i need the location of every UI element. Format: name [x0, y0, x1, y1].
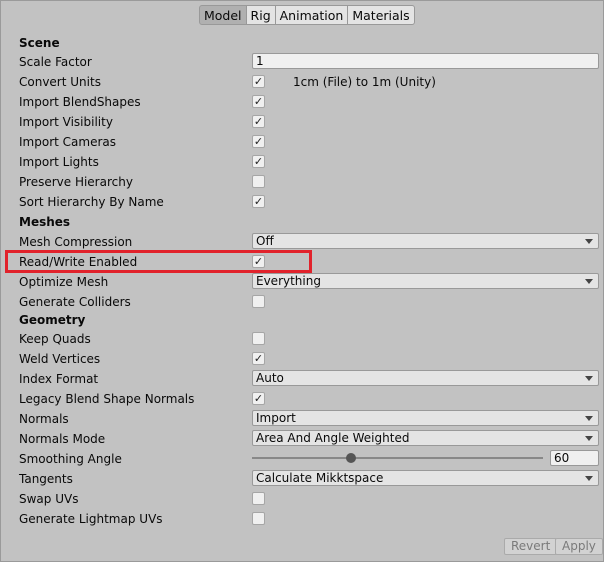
read-write-checkbox[interactable]: ✓ — [252, 255, 265, 268]
scale-factor-input[interactable]: 1 — [252, 53, 599, 69]
index-format-label: Index Format — [19, 372, 99, 386]
tab-rig[interactable]: Rig — [246, 5, 276, 25]
scale-factor-label: Scale Factor — [19, 55, 92, 69]
index-format-dropdown[interactable]: Auto — [252, 370, 599, 386]
preserve-hierarchy-label: Preserve Hierarchy — [19, 175, 133, 189]
tangents-label: Tangents — [19, 472, 73, 486]
convert-units-label: Convert Units — [19, 75, 101, 89]
import-cameras-checkbox[interactable]: ✓ — [252, 135, 265, 148]
chevron-down-icon — [585, 239, 593, 244]
smoothing-angle-label: Smoothing Angle — [19, 452, 122, 466]
legacy-blend-label: Legacy Blend Shape Normals — [19, 392, 195, 406]
lightmap-uvs-checkbox[interactable] — [252, 512, 265, 525]
swap-uvs-checkbox[interactable] — [252, 492, 265, 505]
tangents-dropdown[interactable]: Calculate Mikktspace — [252, 470, 599, 486]
tab-animation[interactable]: Animation — [275, 5, 349, 25]
optimize-mesh-dropdown[interactable]: Everything — [252, 273, 599, 289]
chevron-down-icon — [585, 476, 593, 481]
sort-hierarchy-label: Sort Hierarchy By Name — [19, 195, 164, 209]
import-cameras-label: Import Cameras — [19, 135, 116, 149]
keep-quads-label: Keep Quads — [19, 332, 91, 346]
normals-mode-dropdown[interactable]: Area And Angle Weighted — [252, 430, 599, 446]
swap-uvs-label: Swap UVs — [19, 492, 79, 506]
preserve-hierarchy-checkbox[interactable] — [252, 175, 265, 188]
read-write-label: Read/Write Enabled — [19, 255, 138, 269]
chevron-down-icon — [585, 436, 593, 441]
mesh-compression-value: Off — [256, 234, 274, 248]
generate-colliders-label: Generate Colliders — [19, 295, 131, 309]
normals-mode-label: Normals Mode — [19, 432, 106, 446]
import-lights-label: Import Lights — [19, 155, 99, 169]
generate-colliders-checkbox[interactable] — [252, 295, 265, 308]
slider-thumb[interactable] — [346, 453, 356, 463]
chevron-down-icon — [585, 376, 593, 381]
import-visibility-label: Import Visibility — [19, 115, 113, 129]
optimize-mesh-value: Everything — [256, 274, 321, 288]
normals-mode-value: Area And Angle Weighted — [256, 431, 410, 445]
sort-hierarchy-checkbox[interactable]: ✓ — [252, 195, 265, 208]
keep-quads-checkbox[interactable] — [252, 332, 265, 345]
import-blendshapes-checkbox[interactable]: ✓ — [252, 95, 265, 108]
normals-label: Normals — [19, 412, 69, 426]
legacy-blend-checkbox[interactable]: ✓ — [252, 392, 265, 405]
normals-value: Import — [256, 411, 296, 425]
import-blendshapes-label: Import BlendShapes — [19, 95, 141, 109]
convert-units-checkbox[interactable]: ✓ — [252, 75, 265, 88]
normals-dropdown[interactable]: Import — [252, 410, 599, 426]
mesh-compression-label: Mesh Compression — [19, 235, 133, 249]
revert-button[interactable]: Revert — [504, 538, 558, 555]
weld-vertices-label: Weld Vertices — [19, 352, 101, 366]
chevron-down-icon — [585, 416, 593, 421]
tab-model[interactable]: Model — [199, 5, 247, 25]
import-visibility-checkbox[interactable]: ✓ — [252, 115, 265, 128]
smoothing-angle-input[interactable]: 60 — [550, 450, 599, 466]
tab-materials[interactable]: Materials — [348, 5, 415, 25]
chevron-down-icon — [585, 279, 593, 284]
section-meshes: Meshes — [19, 215, 71, 229]
smoothing-angle-slider[interactable] — [252, 457, 543, 459]
import-lights-checkbox[interactable]: ✓ — [252, 155, 265, 168]
lightmap-uvs-label: Generate Lightmap UVs — [19, 512, 163, 526]
convert-units-hint: 1cm (File) to 1m (Unity) — [293, 75, 436, 89]
section-geometry: Geometry — [19, 313, 86, 327]
import-tabs: Model Rig Animation Materials — [199, 5, 415, 25]
index-format-value: Auto — [256, 371, 284, 385]
section-scene: Scene — [19, 36, 60, 50]
tangents-value: Calculate Mikktspace — [256, 471, 384, 485]
apply-button[interactable]: Apply — [555, 538, 603, 555]
weld-vertices-checkbox[interactable]: ✓ — [252, 352, 265, 365]
mesh-compression-dropdown[interactable]: Off — [252, 233, 599, 249]
optimize-mesh-label: Optimize Mesh — [19, 275, 109, 289]
